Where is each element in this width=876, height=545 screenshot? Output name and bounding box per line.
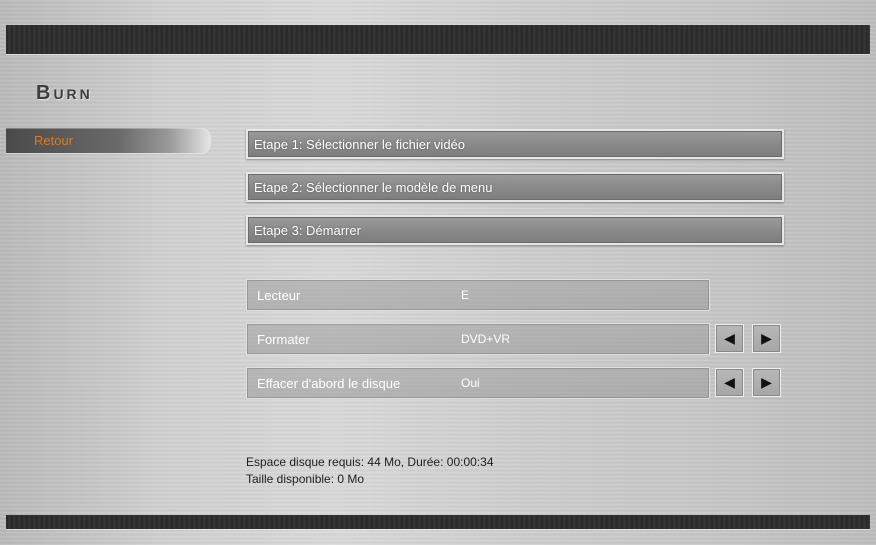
back-button-label: Retour	[34, 133, 74, 148]
right-arrow-icon: ▶	[761, 330, 772, 346]
option-row-effacer: Effacer d'abord le disque Oui	[246, 367, 710, 399]
option-label-effacer: Effacer d'abord le disque	[257, 376, 401, 391]
option-value-effacer: Oui	[461, 376, 480, 390]
effacer-next-button[interactable]: ▶	[752, 368, 781, 397]
left-arrow-icon: ◀	[724, 330, 735, 346]
step-3-button[interactable]: Etape 3: Démarrer	[246, 215, 784, 245]
required-space-text: Espace disque requis: 44 Mo, Durée: 00:0…	[246, 455, 494, 469]
bottom-border	[6, 515, 870, 529]
step-1-button[interactable]: Etape 1: Sélectionner le fichier vidéo	[246, 129, 784, 159]
top-border	[6, 25, 870, 54]
option-value-formater: DVD+VR	[461, 332, 511, 346]
effacer-prev-button[interactable]: ◀	[715, 368, 744, 397]
back-button[interactable]: Retour	[6, 128, 211, 153]
option-value-lecteur: E	[461, 288, 470, 302]
app-window: Burn Retour Etape 1: Sélectionner le fic…	[0, 0, 876, 545]
formater-next-button[interactable]: ▶	[752, 324, 781, 353]
option-row-formater: Formater DVD+VR	[246, 323, 710, 355]
available-space-text: Taille disponible: 0 Mo	[246, 472, 365, 486]
step-1-label: Etape 1: Sélectionner le fichier vidéo	[254, 137, 466, 152]
step-2-button[interactable]: Etape 2: Sélectionner le modèle de menu	[246, 172, 784, 202]
app-logo: Burn	[36, 82, 93, 104]
step-3-label: Etape 3: Démarrer	[254, 223, 361, 238]
step-2-label: Etape 2: Sélectionner le modèle de menu	[254, 180, 493, 195]
left-arrow-icon: ◀	[724, 374, 735, 390]
option-label-formater: Formater	[257, 332, 310, 347]
right-arrow-icon: ▶	[761, 374, 772, 390]
option-row-lecteur: Lecteur E	[246, 279, 710, 311]
option-label-lecteur: Lecteur	[257, 288, 301, 303]
formater-prev-button[interactable]: ◀	[715, 324, 744, 353]
